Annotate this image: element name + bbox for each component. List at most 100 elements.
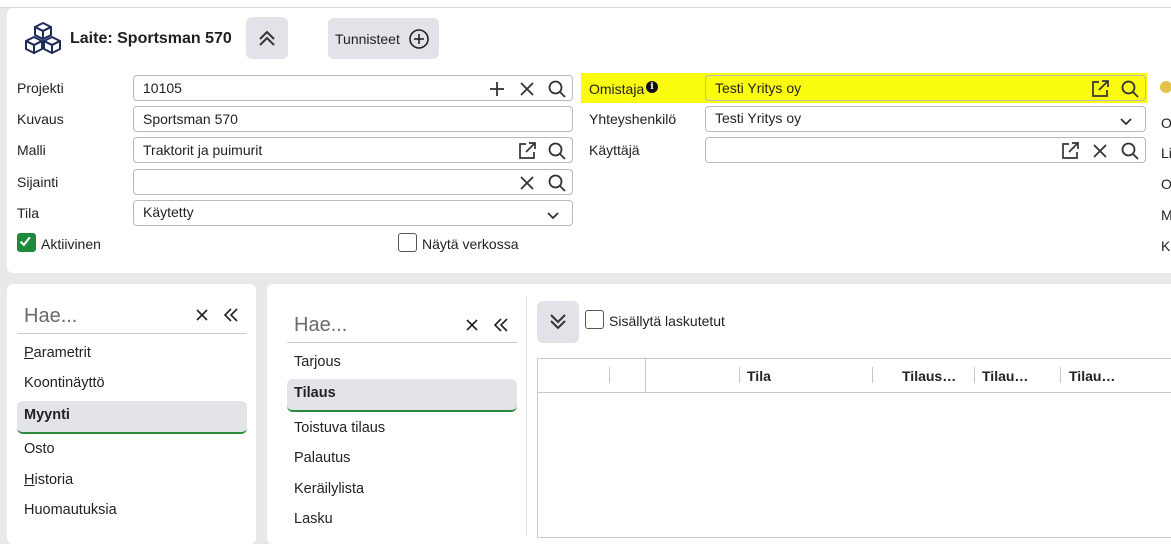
owner-value: Testi Yritys oy <box>715 80 802 96</box>
search-icon[interactable] <box>1120 141 1140 161</box>
description-label: Kuvaus <box>17 111 64 127</box>
panel-divider <box>526 296 527 536</box>
clear-search-icon-2[interactable] <box>464 317 480 333</box>
status-select[interactable]: Käytetty <box>133 200 573 226</box>
nav-item-text: arametrit <box>33 345 91 361</box>
plus-icon[interactable] <box>487 79 507 99</box>
project-label: Projekti <box>17 80 64 96</box>
contact-person-select[interactable]: Testi Yritys oy <box>705 106 1146 132</box>
owner-field[interactable]: Testi Yritys oy <box>705 75 1146 101</box>
active-checkbox[interactable] <box>17 233 36 252</box>
nav2-item-text: Lasku <box>294 511 333 527</box>
nav2-item-text-pre: Tar <box>294 354 315 370</box>
checkmark-icon <box>19 236 31 247</box>
nav-item-1[interactable]: Koontinäyttö <box>24 375 105 391</box>
col-sep-5 <box>1060 367 1061 383</box>
status-dot <box>1160 81 1171 93</box>
project-field[interactable]: 10105 <box>133 75 573 101</box>
nav-item-text: Koontinäyttö <box>24 375 105 391</box>
user-field[interactable] <box>705 137 1146 163</box>
clear-icon[interactable] <box>1090 141 1110 161</box>
frozen-col-sep <box>645 359 646 392</box>
expand-button[interactable] <box>537 301 579 343</box>
description-value: Sportsman 570 <box>143 111 238 127</box>
include-invoiced-checkbox[interactable] <box>585 310 604 329</box>
col-header-tila[interactable]: Tila <box>747 368 771 384</box>
nav-item-3[interactable]: Osto <box>24 441 55 457</box>
status-value: Käytetty <box>143 204 194 220</box>
search-underline <box>17 333 247 334</box>
device-cubes-icon <box>24 21 62 55</box>
clear-search-icon[interactable] <box>194 307 210 323</box>
nav-search-input-2[interactable]: Hae... <box>294 314 347 337</box>
open-external-icon[interactable] <box>1060 141 1080 161</box>
active-label: Aktiivinen <box>41 236 101 252</box>
search-icon[interactable] <box>1120 79 1140 99</box>
page-title: Laite: Sportsman 570 <box>70 30 232 47</box>
location-field[interactable] <box>133 169 573 195</box>
col-sep-1 <box>609 367 610 383</box>
nav2-item-1[interactable]: Tilaus <box>294 385 336 401</box>
contact-person-label: Yhteyshenkilö <box>589 111 677 127</box>
clear-icon[interactable] <box>517 173 537 193</box>
col-header-tilau-1[interactable]: Tilau… <box>982 368 1028 384</box>
search-icon[interactable] <box>547 79 567 99</box>
nav-item-mnemonic: P <box>24 345 34 361</box>
nav-item-text: Myynti <box>24 407 70 423</box>
nav2-item-text: Palautus <box>294 450 351 466</box>
col-header-tilau-2[interactable]: Tilau… <box>1069 368 1115 384</box>
nav-item-text: Osto <box>24 441 55 457</box>
col-sep-2 <box>739 367 740 383</box>
search-underline-2 <box>287 342 517 343</box>
chevron-down-icon <box>543 206 563 226</box>
nav-item-4[interactable]: Historia <box>24 472 73 488</box>
show-online-checkbox[interactable] <box>398 233 417 252</box>
user-label: Käyttäjä <box>589 142 640 158</box>
clear-icon[interactable] <box>517 79 537 99</box>
nav2-item-5[interactable]: Lasku <box>294 511 333 527</box>
nav2-item-text: Toistuva tilaus <box>294 420 386 436</box>
nav-item-text: Huomautuksia <box>24 502 117 518</box>
search-icon[interactable] <box>547 141 567 161</box>
cut-label-3: O <box>1161 176 1171 192</box>
nav-item-0[interactable]: Parametrit <box>24 345 91 361</box>
model-label: Malli <box>17 142 46 158</box>
show-online-label: Näytä verkossa <box>422 236 519 252</box>
chevron-down-icon <box>1116 112 1136 132</box>
tags-button[interactable]: Tunnisteet <box>328 18 439 59</box>
include-invoiced-label: Sisällytä laskutetut <box>609 313 725 329</box>
nav2-item-2[interactable]: Toistuva tilaus <box>294 420 385 436</box>
open-external-icon[interactable] <box>1090 79 1110 99</box>
double-chevron-up-icon <box>259 30 275 46</box>
collapse-header-button[interactable] <box>246 17 288 59</box>
collapse-panel-icon-2[interactable] <box>492 316 510 334</box>
collapse-panel-icon[interactable] <box>222 306 240 324</box>
search-icon[interactable] <box>547 173 567 193</box>
nav-item-2[interactable]: Myynti <box>24 407 70 423</box>
nav2-item-0[interactable]: Tarjous <box>294 354 341 370</box>
plus-circle-icon <box>409 28 429 49</box>
info-icon: i <box>646 81 658 93</box>
nav2-item-text: ous <box>317 354 341 370</box>
tags-button-label: Tunnisteet <box>335 30 400 47</box>
owner-label: Omistaja <box>589 81 645 97</box>
nav-item-mnemonic: H <box>24 472 35 488</box>
cut-label-5: K <box>1161 238 1171 254</box>
cut-label-1: O <box>1161 115 1171 131</box>
description-field[interactable]: Sportsman 570 <box>133 106 573 132</box>
nav-search-input[interactable]: Hae... <box>24 305 77 328</box>
model-value: Traktorit ja puimurit <box>143 142 263 158</box>
nav-item-5[interactable]: Huomautuksia <box>24 502 117 518</box>
open-external-icon[interactable] <box>517 141 537 161</box>
nav2-item-3[interactable]: Palautus <box>294 450 350 466</box>
project-value: 10105 <box>143 80 182 96</box>
col-header-tilaus[interactable]: Tilaus… <box>902 368 956 384</box>
location-label: Sijainti <box>17 174 59 190</box>
nav2-item-text: Tilaus <box>294 385 336 401</box>
cut-label-4: M <box>1161 207 1171 223</box>
cut-label-2: Li <box>1161 145 1171 161</box>
col-sep-4 <box>974 367 975 383</box>
model-field[interactable]: Traktorit ja puimurit <box>133 137 573 163</box>
nav-item-text: istoria <box>34 472 74 488</box>
nav2-item-4[interactable]: Keräilylista <box>294 481 364 497</box>
